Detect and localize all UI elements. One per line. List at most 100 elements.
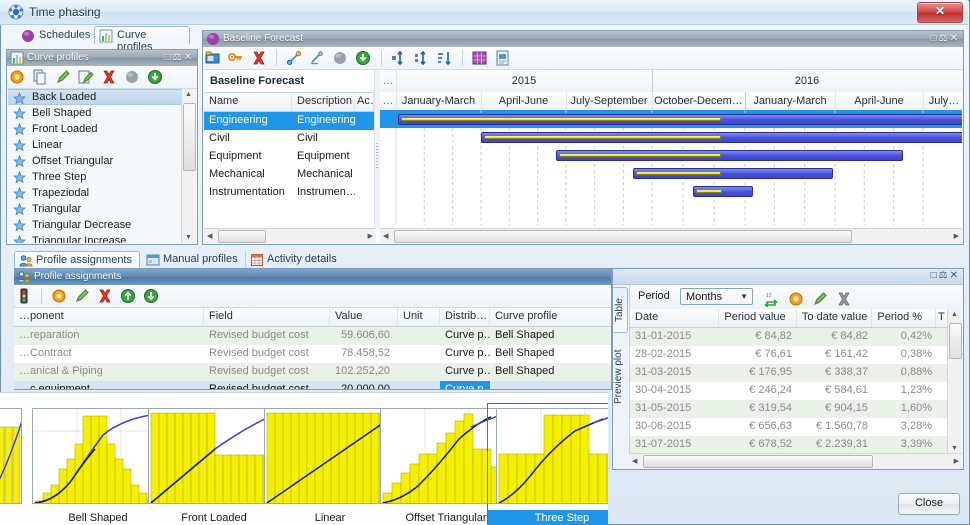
new-icon[interactable] [788,291,804,307]
list-item-three-step[interactable]: Three Step [8,169,182,185]
column-header-value[interactable]: Value [330,308,398,326]
column-header-name[interactable]: Name [204,93,292,111]
scroll-left-arrow[interactable]: ◀ [207,232,212,240]
side-tab-table[interactable]: Table [613,287,628,333]
column-header-distribution[interactable]: Distrib… [440,308,490,326]
table-row[interactable]: 30-06-2015 € 656,63 € 1.560,78 3,28% [630,418,948,436]
gantt-bar-instrumentation[interactable] [693,186,753,197]
table-row[interactable]: Instrumentation Instrumen… [204,184,374,202]
period-table-vscroll[interactable]: ▲ ▼ [947,309,962,454]
maximize-icon[interactable]: □ [165,52,173,63]
table-row[interactable]: 31-01-2015 € 84,82 € 84,82 0,42% [630,328,948,346]
scroll-right-arrow[interactable]: ▶ [368,232,373,240]
thumbnail-three-step[interactable]: Three Step [487,403,608,525]
scrollbar-thumb[interactable] [218,230,266,243]
column-header-period-pct[interactable]: Period % [872,309,937,327]
period-table-hscroll[interactable]: ◀ ▶ [629,453,962,468]
column-header-description[interactable]: Description [292,93,355,111]
tab-schedules[interactable]: Schedules [16,26,92,44]
edit-icon[interactable] [74,288,90,304]
list-item-linear[interactable]: Linear [8,137,182,153]
expand-icon[interactable] [391,50,407,66]
delete-icon[interactable] [836,291,852,307]
column-header-field[interactable]: Field [204,308,330,326]
table-row[interactable]: …reparation Revised budget cost 59.606,6… [14,327,611,345]
scrollbar-thumb[interactable] [643,455,873,468]
pin-icon[interactable]: ⚖ [939,33,950,44]
column-header-date[interactable]: Date [630,309,720,327]
delete-icon[interactable] [101,69,117,85]
scroll-up-arrow[interactable]: ▲ [185,91,192,98]
scroll-right-arrow[interactable]: ▶ [954,457,959,465]
maximize-icon[interactable]: □ [931,270,939,281]
report-icon[interactable] [495,50,511,66]
disabled-icon[interactable] [332,50,348,66]
tab-curve-profiles[interactable]: Curve profiles [94,26,190,53]
scrollbar-thumb[interactable] [394,230,852,243]
scroll-up-arrow[interactable]: ▲ [951,311,958,318]
link-icon[interactable] [286,50,302,66]
table-row-selected[interactable]: …c equipment Revised budget cost 20.000,… [14,381,611,389]
list-item-front-loaded[interactable]: Front Loaded [8,121,182,137]
tab-manual-profiles[interactable]: Manual profiles [142,251,246,268]
table-row[interactable]: 31-03-2015 € 176,95 € 338,37 0,88% [630,364,948,382]
chevron-down-icon[interactable]: ▼ [740,292,748,301]
edit-icon[interactable] [812,291,828,307]
new-icon[interactable] [9,69,25,85]
cell-distribution[interactable]: Curve p… [440,381,490,389]
list-item-bell-shaped[interactable]: Bell Shaped [8,105,182,121]
key-icon[interactable] [228,50,244,66]
gantt-bar-engineering[interactable] [398,114,962,125]
tab-profile-assignments[interactable]: Profile assignments [14,251,140,268]
list-item-trapeziodal[interactable]: Trapeziodal [8,185,182,201]
sort-icon[interactable] [437,50,453,66]
period-select[interactable]: Months ▼ [680,288,753,305]
table-row[interactable]: 28-02-2015 € 76,61 € 161,42 0,38% [630,346,948,364]
close-icon[interactable]: ✕ [184,52,194,63]
pin-icon[interactable]: ⚖ [173,52,184,63]
list-item-back-loaded[interactable]: Back Loaded [8,89,182,105]
curve-profiles-scrollbar[interactable]: ▲ ▼ [181,89,196,243]
list-item-triangular[interactable]: Triangular [8,201,182,217]
scroll-left-arrow[interactable]: ◀ [383,232,388,240]
apply-icon[interactable] [147,69,163,85]
list-item-offset-triangular[interactable]: Offset Triangular [8,153,182,169]
close-icon[interactable]: ✕ [950,33,960,44]
column-header-curve-profile[interactable]: Curve profile [490,308,610,326]
column-header-period-value[interactable]: Period value [719,309,797,327]
table-row[interactable]: 30-04-2015 € 246,24 € 584,61 1,23% [630,382,948,400]
copy-icon[interactable] [32,69,48,85]
delete-icon[interactable] [251,50,267,66]
close-button[interactable]: Close [898,493,960,515]
new-icon[interactable] [51,288,67,304]
curve-thumbnail-strip[interactable]: Bell Shaped Front Loaded Linear Offset T… [0,392,608,525]
gantt-chart[interactable]: … 2015 2016 … January-March April-June J… [380,70,962,228]
table-row[interactable]: Civil Civil [204,130,374,148]
traffic-light-icon[interactable] [16,288,32,304]
recalculate-icon[interactable]: 12 [764,291,780,308]
baseline-grid-hscroll[interactable]: ◀ ▶ [204,228,376,243]
gantt-bar-equipment[interactable] [556,150,903,161]
list-item-triangular-decrease[interactable]: Triangular Decrease [8,217,182,233]
move-down-icon[interactable] [143,288,159,304]
tab-activity-details[interactable]: Activity details [246,251,342,268]
side-tab-preview-plot[interactable]: Preview plot [613,335,628,419]
column-header-to-date-value[interactable]: To date value [797,309,873,327]
scroll-down-arrow[interactable]: ▼ [185,234,192,241]
scrollbar-thumb[interactable] [183,103,196,171]
table-row[interactable]: …Contract Revised budget cost 78.458,52 … [14,345,611,363]
curve-profiles-list[interactable]: Back Loaded Bell Shaped Front Loaded Lin… [8,89,182,243]
disabled-icon[interactable] [124,69,140,85]
apply-icon[interactable] [355,50,371,66]
column-header-unit[interactable]: Unit [398,308,440,326]
table-row[interactable]: Equipment Equipment [204,148,374,166]
relation-icon[interactable] [309,50,325,66]
scroll-right-arrow[interactable]: ▶ [954,232,959,240]
close-icon[interactable]: ✕ [950,270,960,281]
list-item-triangular-increase[interactable]: Triangular Increase [8,233,182,243]
table-row[interactable]: Mechanical Mechanical [204,166,374,184]
scroll-left-arrow[interactable]: ◀ [632,457,637,465]
gantt-hscroll[interactable]: ◀ ▶ [380,228,962,243]
collapse-icon[interactable] [414,50,430,66]
column-header-component[interactable]: …ponent [14,308,204,326]
